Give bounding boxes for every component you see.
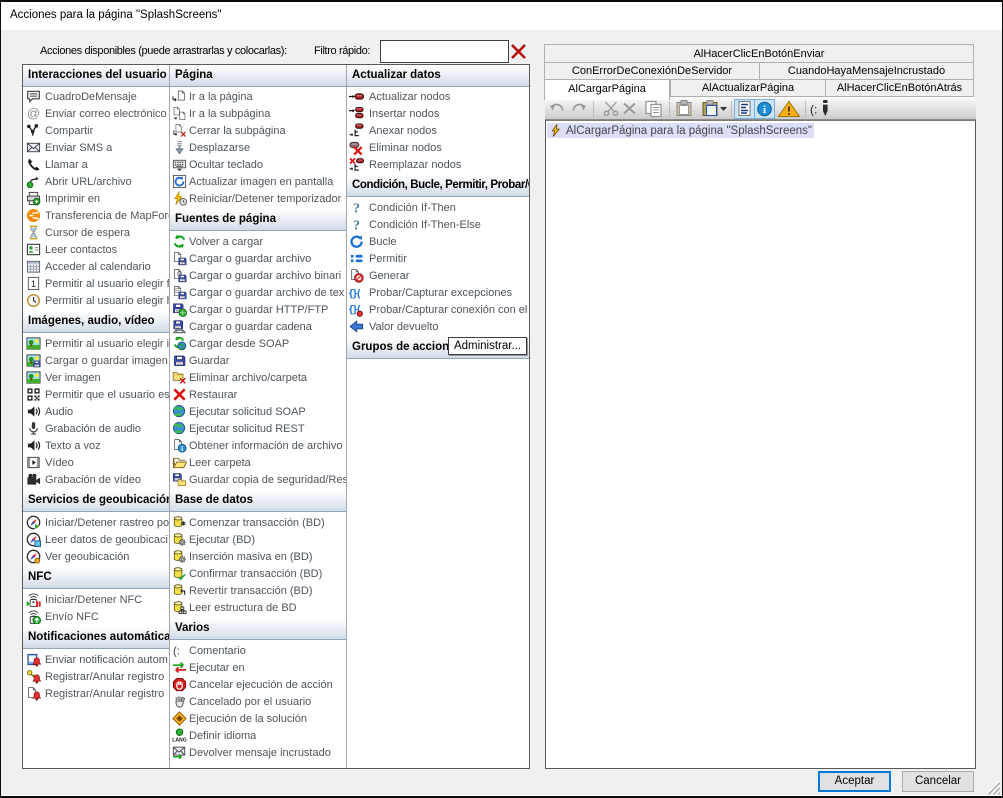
svg-text:@: @ bbox=[27, 106, 40, 121]
svg-text:LANG: LANG bbox=[172, 738, 187, 743]
svg-text:<..>: <..> bbox=[175, 329, 183, 334]
svg-text:i: i bbox=[181, 445, 183, 453]
svg-text:i: i bbox=[763, 104, 766, 116]
svg-text:{}(: {}( bbox=[349, 288, 361, 299]
svg-text:?: ? bbox=[353, 218, 360, 232]
svg-text:(:: (: bbox=[173, 646, 180, 658]
svg-text:(:: (: bbox=[810, 103, 817, 117]
svg-text:?: ? bbox=[353, 201, 360, 215]
